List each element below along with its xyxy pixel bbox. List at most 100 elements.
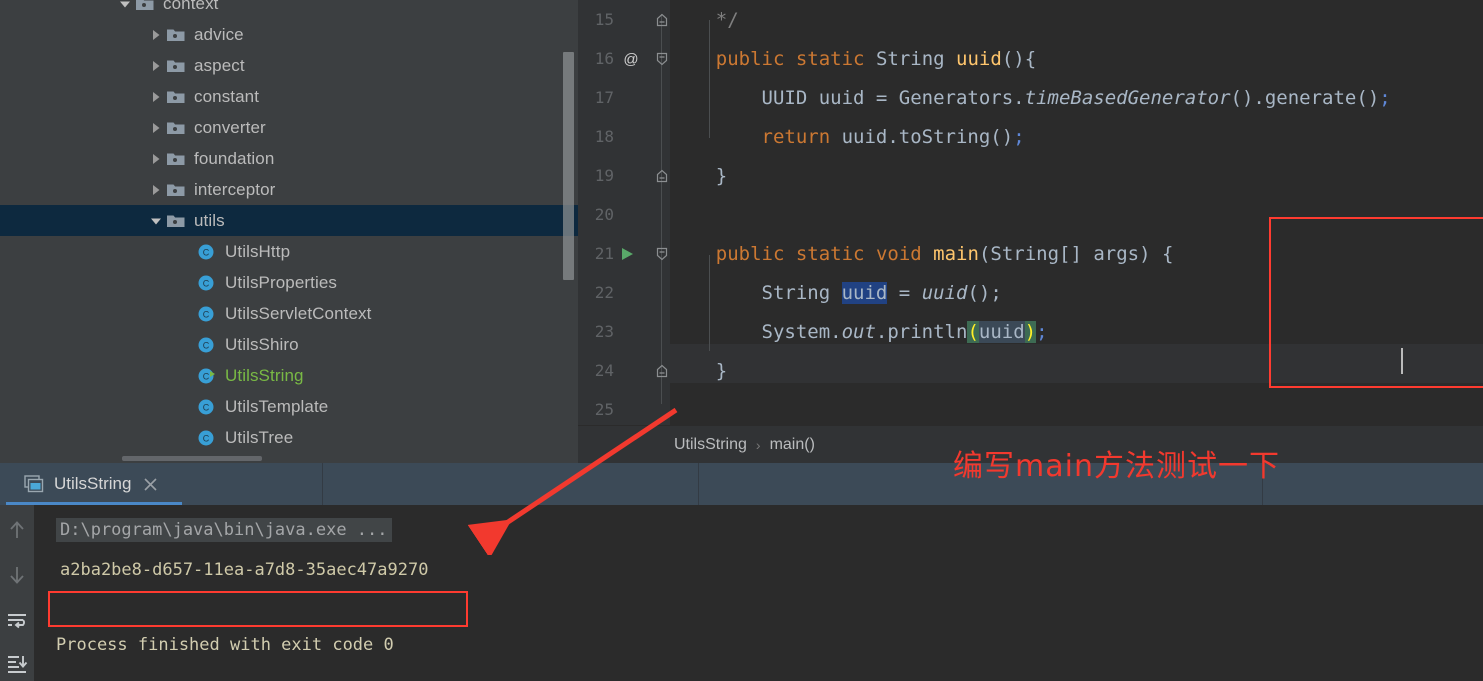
- chevron-right-icon[interactable]: [146, 50, 166, 81]
- line-number: 24: [594, 361, 614, 380]
- tree-row-label: UtilsProperties: [225, 272, 338, 292]
- tree-row-utilsservletcontext[interactable]: C UtilsServletContext: [0, 298, 578, 329]
- close-icon[interactable]: [143, 477, 158, 492]
- chevron-right-icon[interactable]: [146, 112, 166, 143]
- uuid-method-call: uuid: [921, 281, 968, 304]
- folder-icon: [166, 58, 186, 74]
- generate-call: ().generate(): [1230, 86, 1380, 109]
- tree-row-utils[interactable]: utils: [0, 205, 578, 236]
- chevron-down-icon[interactable]: [115, 0, 135, 19]
- tree-scrollbar-thumb[interactable]: [563, 52, 574, 280]
- tostring-call: uuid.toString(): [830, 125, 1014, 148]
- gutter-line-20[interactable]: 20: [578, 195, 670, 234]
- tree-row-advice[interactable]: advice: [0, 19, 578, 50]
- tree-row-label: utils: [194, 210, 225, 230]
- keyword-return: return: [761, 125, 831, 148]
- gutter-line-17[interactable]: 17: [578, 78, 670, 117]
- java-class-icon: C: [197, 273, 217, 293]
- gutter-line-15[interactable]: 15: [578, 0, 670, 39]
- chevron-right-icon[interactable]: [146, 81, 166, 112]
- run-method-icon[interactable]: [619, 246, 635, 262]
- scroll-to-end-icon[interactable]: [6, 653, 28, 675]
- breadcrumb-item-class[interactable]: UtilsString: [674, 436, 747, 454]
- code-editor[interactable]: 15 16 @17 18 19 20 21 22 23 24 25 */ public static…: [578, 0, 1483, 425]
- output-highlight-box: [48, 591, 468, 627]
- chevron-down-icon[interactable]: [146, 205, 166, 236]
- fold-end-icon[interactable]: [654, 363, 670, 379]
- tree-row-utilsproperties[interactable]: C UtilsProperties: [0, 267, 578, 298]
- run-tab-utilsstring[interactable]: UtilsString: [6, 463, 321, 505]
- tree-row-label: converter: [194, 117, 266, 137]
- fold-collapse-icon[interactable]: [654, 51, 670, 67]
- code-line-23: System. out .println(uuid);: [670, 312, 1483, 351]
- tree-horizontal-scrollbar[interactable]: [122, 456, 262, 461]
- system-class: System.: [761, 320, 842, 343]
- tree-row-utilshttp[interactable]: C UtilsHttp: [0, 236, 578, 267]
- fold-collapse-icon[interactable]: [654, 246, 670, 262]
- gutter-line-25[interactable]: 25: [578, 390, 670, 429]
- chevron-right-icon[interactable]: [146, 19, 166, 50]
- semicolon: ;: [1379, 86, 1391, 109]
- tree-row-utilstemplate[interactable]: C UtilsTemplate: [0, 391, 578, 422]
- line-number: 22: [594, 283, 614, 302]
- keyword-void: void: [875, 242, 922, 265]
- uuid-declaration: UUID uuid: [761, 86, 876, 109]
- gutter-line-22[interactable]: 22: [578, 273, 670, 312]
- annotation-marker-icon[interactable]: @: [622, 50, 640, 68]
- java-class-icon: C: [197, 397, 217, 417]
- up-arrow-icon[interactable]: [6, 519, 28, 541]
- tree-row-interceptor[interactable]: interceptor: [0, 174, 578, 205]
- gutter-line-24[interactable]: 24: [578, 351, 670, 390]
- selected-variable-uuid[interactable]: uuid: [841, 281, 888, 304]
- line-number: 20: [594, 205, 614, 224]
- gutter-line-18[interactable]: 18: [578, 117, 670, 156]
- chevron-right-icon[interactable]: [146, 174, 166, 205]
- tree-row-utilstree[interactable]: C UtilsTree: [0, 422, 578, 453]
- matching-bracket-close: ): [1024, 320, 1037, 343]
- console-toolbar[interactable]: [0, 505, 34, 681]
- project-tool-window[interactable]: context advice aspect constant converter foun…: [0, 0, 578, 463]
- tree-row-foundation[interactable]: foundation: [0, 143, 578, 174]
- code-line-21: public static void main (String[] args) {: [670, 234, 1483, 273]
- svg-text:C: C: [203, 433, 210, 443]
- tabbar-divider: [322, 463, 323, 505]
- gutter-line-21[interactable]: 21: [578, 234, 670, 273]
- java-class-icon: C: [197, 304, 217, 324]
- operator: =: [887, 281, 922, 304]
- soft-wrap-icon[interactable]: [6, 610, 28, 632]
- gutter-line-19[interactable]: 19: [578, 156, 670, 195]
- console-output[interactable]: D:\program\java\bin\java.exe ... a2ba2be…: [34, 505, 1483, 681]
- tree-row-utilsshiro[interactable]: C UtilsShiro: [0, 329, 578, 360]
- chevron-right-icon[interactable]: [146, 143, 166, 174]
- tree-row-converter[interactable]: converter: [0, 112, 578, 143]
- breadcrumb-item-method[interactable]: main(): [770, 436, 815, 454]
- line-number: 15: [594, 10, 614, 29]
- gutter-line-16[interactable]: 16 @: [578, 39, 670, 78]
- console-uuid-output: a2ba2be8-d657-11ea-a7d8-35aec47a9270: [60, 560, 429, 580]
- tree-row-context[interactable]: context: [0, 0, 578, 19]
- method-name-uuid: uuid: [956, 47, 1002, 70]
- java-class-icon: C: [197, 428, 217, 448]
- down-arrow-icon[interactable]: [6, 564, 28, 586]
- annotation-label: 编写main方法测试一下: [953, 449, 1280, 484]
- line-number: 23: [594, 322, 614, 341]
- tree-row-constant[interactable]: constant: [0, 81, 578, 112]
- code-text-area[interactable]: */ public static String uuid(){ UUID uui…: [670, 0, 1483, 425]
- tree-row-utilsstring[interactable]: C UtilsString: [0, 360, 578, 391]
- closing-brace: }: [715, 359, 728, 382]
- run-tab-label: UtilsString: [54, 474, 132, 493]
- svg-text:C: C: [203, 309, 210, 319]
- fold-end-icon[interactable]: [654, 168, 670, 184]
- gutter-line-23[interactable]: 23: [578, 312, 670, 351]
- editor-gutter[interactable]: 15 16 @17 18 19 20 21 22 23 24 25: [578, 0, 670, 425]
- main-parameters: (String[] args) {: [978, 242, 1174, 265]
- code-line-17: UUID uuid = Generators. timeBasedGenerato…: [670, 78, 1483, 117]
- generators-class: Generators.: [898, 86, 1025, 109]
- tree-row-aspect[interactable]: aspect: [0, 50, 578, 81]
- fold-end-icon[interactable]: [654, 12, 670, 28]
